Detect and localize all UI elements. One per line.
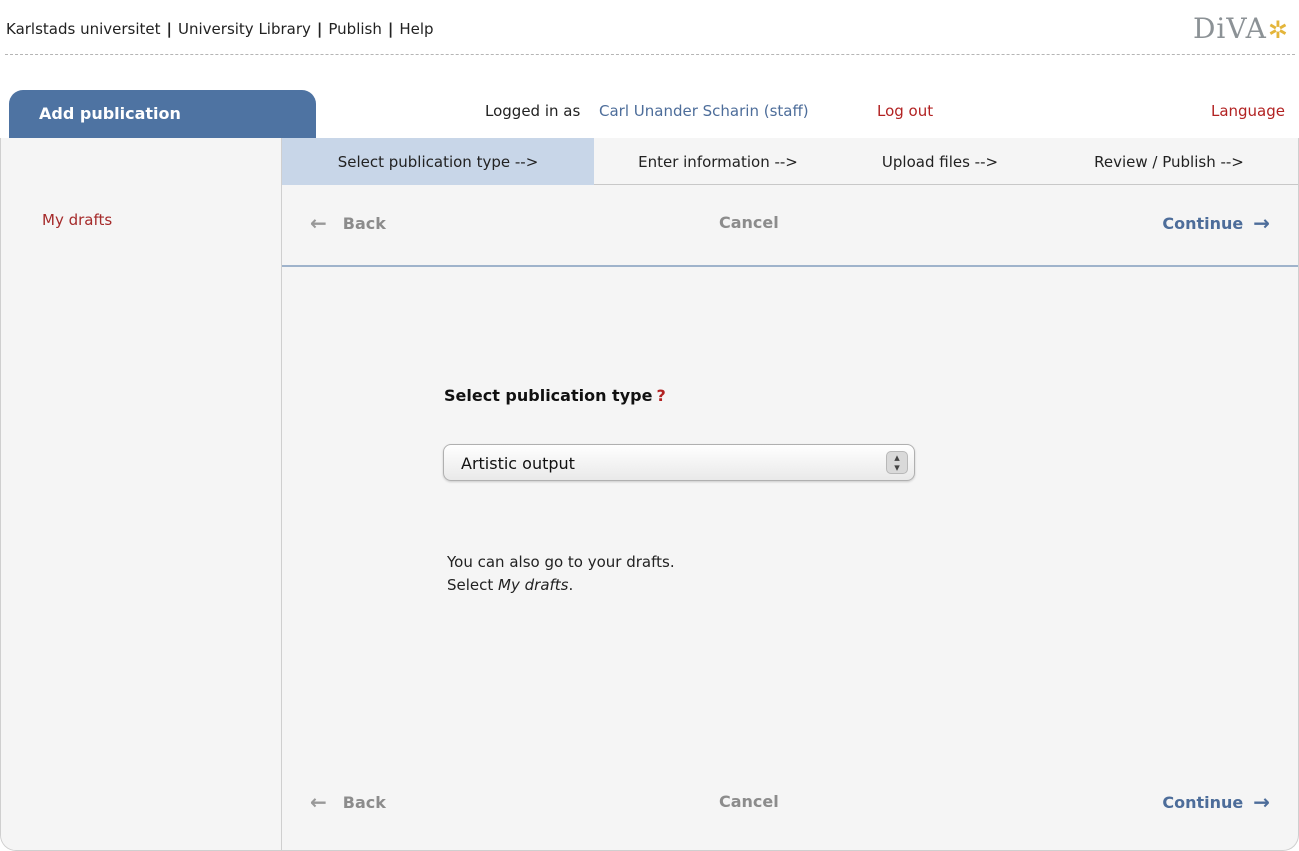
diva-logo[interactable]: DiVA✲	[1193, 12, 1289, 45]
continue-label: Continue	[1162, 213, 1244, 233]
logged-in-label: Logged in as	[485, 102, 581, 120]
cancel-button-top[interactable]: Cancel	[719, 213, 779, 232]
chevron-up-down-icon: ▴ ▾	[886, 451, 908, 474]
step-indicator: Select publication type --> Enter inform…	[282, 138, 1298, 185]
nav-separator: |	[166, 20, 173, 38]
info-line-2: Select My drafts.	[447, 574, 675, 597]
drafts-info-text: You can also go to your drafts. Select M…	[447, 551, 675, 597]
nav-link-university-library[interactable]: University Library	[178, 20, 311, 38]
back-label: Back	[342, 792, 386, 812]
back-label: Back	[342, 213, 386, 233]
nav-separator: |	[387, 20, 394, 38]
publication-type-select[interactable]: Artistic output ▴ ▾	[443, 444, 915, 481]
continue-button-top[interactable]: Continue →	[1162, 213, 1270, 233]
main-frame: My drafts Select publication type --> En…	[0, 138, 1299, 851]
top-bar: Karlstads universitet | University Library…	[0, 0, 1299, 56]
nav-link-publish[interactable]: Publish	[328, 20, 381, 38]
top-navigation-row: ← Back Cancel Continue →	[282, 205, 1298, 245]
sidebar-item-my-drafts[interactable]: My drafts	[42, 211, 112, 229]
back-button-top[interactable]: ← Back	[310, 213, 386, 233]
info-line-2-suffix: .	[568, 576, 574, 594]
info-line-2-prefix: Select	[447, 576, 499, 594]
language-link[interactable]: Language	[1211, 102, 1285, 120]
nav-link-karlstads-universitet[interactable]: Karlstads universitet	[6, 20, 161, 38]
tab-add-publication[interactable]: Add publication	[9, 90, 316, 140]
step-enter-information: Enter information -->	[638, 152, 798, 171]
arrow-right-icon: →	[1253, 790, 1270, 814]
nav-link-help[interactable]: Help	[399, 20, 433, 38]
nav-divider	[282, 265, 1298, 267]
logged-in-user-link[interactable]: Carl Unander Scharin (staff)	[599, 102, 809, 120]
info-line-1: You can also go to your drafts.	[447, 553, 675, 571]
info-my-drafts-emphasis: My drafts	[498, 576, 569, 594]
step-review-publish: Review / Publish -->	[1094, 152, 1244, 171]
nav-separator: |	[316, 20, 323, 38]
bottom-navigation-row: ← Back Cancel Continue →	[282, 784, 1298, 824]
step-select-publication-type: Select publication type -->	[282, 138, 594, 185]
top-navigation: Karlstads universitet | University Library…	[6, 20, 434, 38]
logout-link[interactable]: Log out	[877, 102, 933, 120]
continue-label: Continue	[1162, 792, 1244, 812]
select-publication-type-label: Select publication type?	[444, 386, 666, 405]
back-button-bottom[interactable]: ← Back	[310, 792, 386, 812]
continue-button-bottom[interactable]: Continue →	[1162, 792, 1270, 812]
arrow-right-icon: →	[1253, 211, 1270, 235]
publication-type-selected-value: Artistic output	[461, 454, 575, 473]
logo-text: DiVA	[1192, 12, 1267, 45]
header-divider	[5, 54, 1295, 55]
sidebar: My drafts	[1, 138, 282, 850]
arrow-left-icon: ←	[310, 790, 327, 814]
arrow-left-icon: ←	[310, 211, 327, 235]
help-question-icon[interactable]: ?	[656, 386, 665, 405]
star-icon: ✲	[1267, 16, 1289, 44]
cancel-button-bottom[interactable]: Cancel	[719, 792, 779, 811]
step-upload-files: Upload files -->	[881, 152, 999, 171]
select-label-text: Select publication type	[444, 386, 653, 405]
